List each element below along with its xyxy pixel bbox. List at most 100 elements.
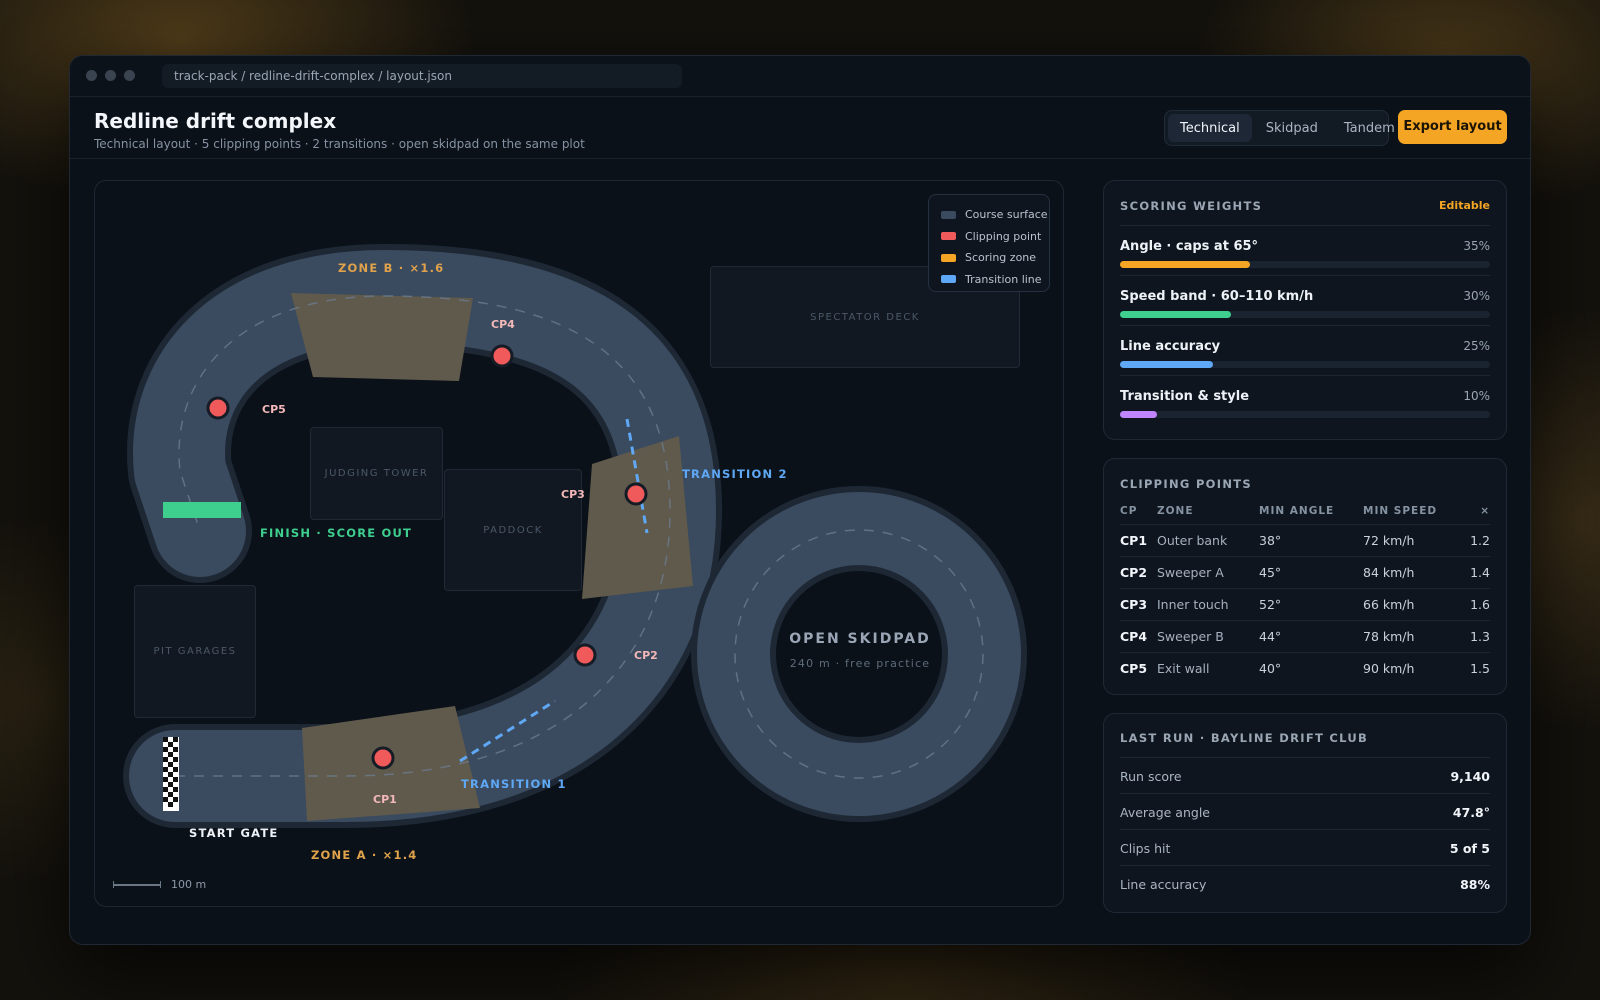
tab-tandem[interactable]: Tandem — [1332, 114, 1407, 142]
clipping-points-panel: CLIPPING POINTS CP ZONE MIN ANGLE MIN SP… — [1103, 458, 1507, 695]
window-maximize-dot[interactable] — [124, 70, 135, 81]
weight-track[interactable] — [1120, 361, 1490, 368]
cp-min-speed: 72 km/h — [1363, 523, 1463, 556]
table-row[interactable]: CP1 Outer bank 38° 72 km/h 1.2 — [1120, 523, 1490, 556]
cp-multiplier: 1.4 — [1463, 555, 1490, 588]
app-window: track-pack / redline-drift-complex / lay… — [69, 55, 1531, 945]
cp-min-angle: 44° — [1259, 619, 1363, 652]
cp3-label: CP3 — [561, 488, 585, 501]
stat-label: Line accuracy — [1120, 877, 1207, 892]
table-row[interactable]: CP2 Sweeper A 45° 84 km/h 1.4 — [1120, 555, 1490, 588]
cp-min-angle: 52° — [1259, 587, 1363, 620]
column-header: ZONE — [1157, 505, 1194, 518]
transition-2-label: TRANSITION 2 — [682, 467, 788, 481]
cp-multiplier: 1.3 — [1463, 619, 1490, 652]
weight-fill — [1120, 261, 1250, 268]
column-header: MIN ANGLE — [1259, 505, 1335, 518]
legend-label: Scoring zone — [965, 251, 1037, 265]
stat-value: 5 of 5 — [1449, 841, 1490, 856]
clipping-point-cp5 — [206, 396, 230, 420]
table-row[interactable]: CP5 Exit wall 40° 90 km/h 1.5 — [1120, 651, 1490, 684]
weight-name: Speed band · 60–110 km/h — [1120, 289, 1314, 304]
legend-swatch-transition — [941, 275, 956, 284]
clipping-point-cp4 — [490, 344, 514, 368]
legend-label: Course surface — [965, 208, 1048, 222]
table-row[interactable]: CP4 Sweeper B 44° 78 km/h 1.3 — [1120, 619, 1490, 652]
scale-bar — [113, 881, 161, 888]
weight-track[interactable] — [1120, 261, 1490, 268]
cp-multiplier: 1.2 — [1463, 523, 1490, 556]
start-gate-label: START GATE — [189, 826, 279, 840]
weight-percent: 10% — [1463, 389, 1490, 403]
pit-garages: PIT GARAGES — [134, 585, 256, 718]
weight-fill — [1120, 411, 1157, 418]
page-subtitle: Technical layout · 5 clipping points · 2… — [94, 137, 585, 151]
tab-technical[interactable]: Technical — [1168, 114, 1252, 142]
legend-item: Clipping point — [941, 226, 1049, 248]
cp2-label: CP2 — [634, 649, 658, 662]
weight-row-angle[interactable]: Angle · caps at 65° 35% — [1120, 225, 1490, 275]
stat-value: 9,140 — [1450, 769, 1490, 784]
cp-zone: Sweeper A — [1157, 555, 1259, 588]
weight-track[interactable] — [1120, 311, 1490, 318]
title-bar: track-pack / redline-drift-complex / lay… — [70, 56, 1530, 97]
cp-min-speed: 90 km/h — [1363, 651, 1463, 684]
cp5-label: CP5 — [262, 403, 286, 416]
legend-label: Clipping point — [965, 229, 1042, 243]
weight-percent: 25% — [1463, 339, 1490, 353]
cp-min-angle: 45° — [1259, 555, 1363, 588]
path-bar[interactable]: track-pack / redline-drift-complex / lay… — [162, 64, 682, 88]
legend-item: Course surface — [941, 204, 1049, 226]
scale-label: 100 m — [171, 878, 207, 891]
window-close-dot[interactable] — [86, 70, 97, 81]
stat-run-score: Run score 9,140 — [1120, 757, 1490, 793]
cp-min-speed: 78 km/h — [1363, 619, 1463, 652]
weight-name: Transition & style — [1120, 389, 1250, 404]
editable-link[interactable]: Editable — [1439, 199, 1490, 212]
cp-id: CP3 — [1120, 587, 1157, 620]
layout-mode-tabs: Technical Skidpad Tandem — [1164, 110, 1395, 146]
weight-fill — [1120, 311, 1231, 318]
weight-row-speed[interactable]: Speed band · 60–110 km/h 30% — [1120, 275, 1490, 325]
stat-label: Run score — [1120, 769, 1182, 784]
legend-item: Transition line — [941, 269, 1049, 291]
cp-zone: Inner touch — [1157, 587, 1259, 620]
stat-value: 47.8° — [1452, 805, 1490, 820]
weight-percent: 35% — [1463, 239, 1490, 253]
tab-skidpad[interactable]: Skidpad — [1254, 114, 1330, 142]
transition-1-label: TRANSITION 1 — [461, 777, 567, 791]
weight-name: Angle · caps at 65° — [1120, 239, 1259, 254]
legend-swatch-surface — [941, 210, 956, 219]
stat-line-accuracy: Line accuracy 88% — [1120, 865, 1490, 901]
zone-mid-surface — [582, 436, 693, 599]
table-row[interactable]: CP3 Inner touch 52° 66 km/h 1.6 — [1120, 587, 1490, 620]
cp-min-angle: 38° — [1259, 523, 1363, 556]
clipping-point-cp2 — [573, 643, 597, 667]
weight-row-line[interactable]: Line accuracy 25% — [1120, 325, 1490, 375]
legend-swatch-zone — [941, 253, 956, 262]
weight-row-transition[interactable]: Transition & style 10% — [1120, 375, 1490, 425]
window-minimize-dot[interactable] — [105, 70, 116, 81]
cp1-label: CP1 — [373, 793, 397, 806]
cp-zone: Outer bank — [1157, 523, 1259, 556]
stat-label: Clips hit — [1120, 841, 1171, 856]
weight-name: Line accuracy — [1120, 339, 1221, 354]
clipping-point-cp1 — [371, 746, 395, 770]
cp-zone: Sweeper B — [1157, 619, 1259, 652]
page-header: Redline drift complex Technical layout ·… — [70, 97, 1530, 159]
cp4-label: CP4 — [491, 318, 515, 331]
weight-track[interactable] — [1120, 411, 1490, 418]
track-map[interactable]: SPECTATOR DECK JUDGING TOWER PADDOCK PIT… — [94, 180, 1064, 907]
column-header: MIN SPEED — [1363, 505, 1438, 518]
cp-multiplier: 1.5 — [1463, 651, 1490, 684]
weight-fill — [1120, 361, 1213, 368]
export-layout-button[interactable]: Export layout — [1398, 110, 1507, 144]
finish-line — [163, 502, 241, 518]
legend-label: Transition line — [965, 272, 1042, 286]
judging-tower: JUDGING TOWER — [310, 427, 443, 520]
zone-b-surface — [291, 293, 473, 381]
weight-percent: 30% — [1463, 289, 1490, 303]
map-legend: Course surface Clipping point Scoring zo… — [928, 194, 1050, 292]
table-header-row: CP ZONE MIN ANGLE MIN SPEED × — [1120, 499, 1490, 524]
column-header: × — [1480, 505, 1490, 518]
